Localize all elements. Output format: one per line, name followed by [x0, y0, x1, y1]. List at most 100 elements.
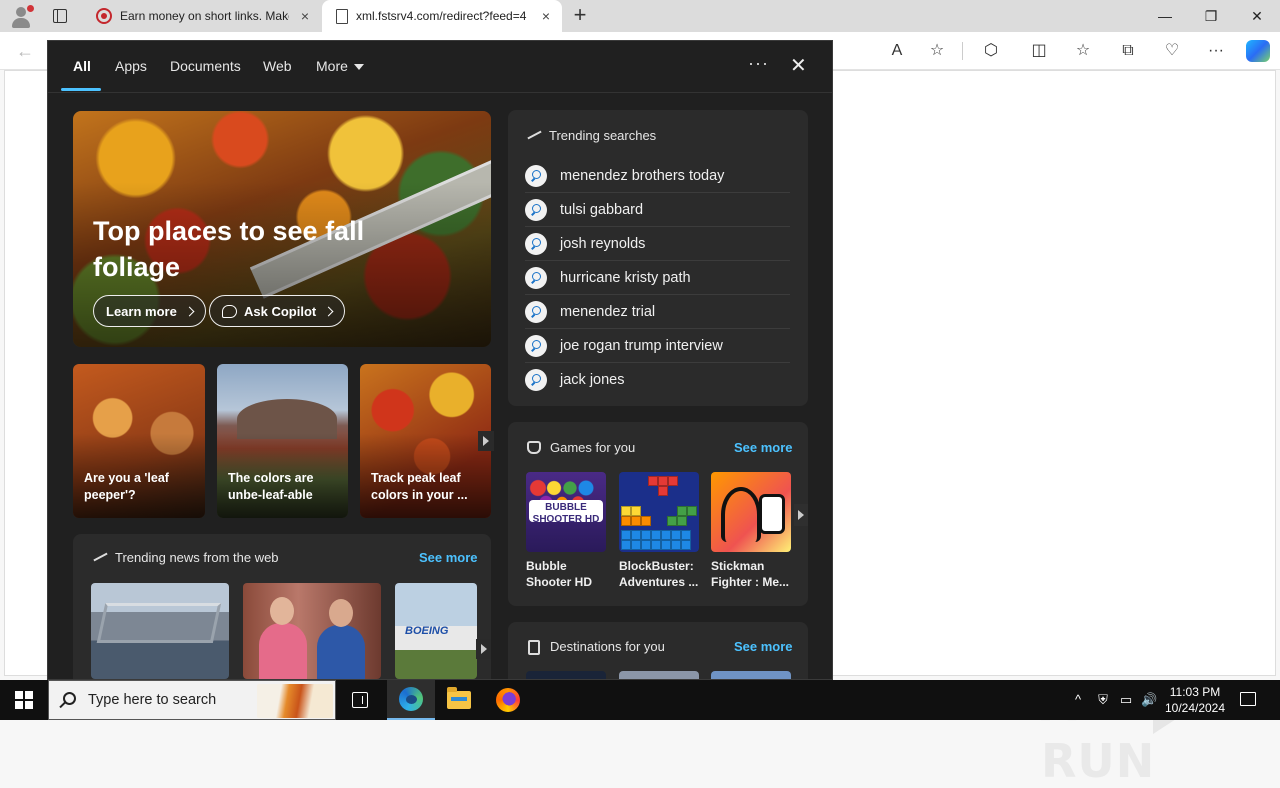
edge-icon	[399, 687, 423, 711]
read-aloud-icon[interactable]: A	[886, 40, 908, 62]
destination-card[interactable]	[526, 671, 606, 679]
chevron-right-icon	[184, 306, 195, 316]
destinations-see-more-link[interactable]: See more	[734, 639, 793, 654]
trending-search-text: josh reynolds	[560, 235, 646, 252]
chat-bubble-icon	[222, 304, 237, 318]
tab-actions-icon[interactable]	[50, 6, 70, 26]
file-explorer-button[interactable]	[435, 680, 483, 720]
collections-icon[interactable]: ⧉	[1117, 40, 1139, 62]
ask-copilot-button[interactable]: Ask Copilot	[209, 295, 346, 327]
nav-tab-all[interactable]: All	[73, 58, 91, 74]
copilot-icon[interactable]	[1246, 40, 1270, 62]
search-highlight-leaf-icon	[257, 684, 333, 718]
browser-essentials-icon[interactable]: ♡	[1161, 40, 1183, 62]
trending-search-item[interactable]: tulsi gabbard	[525, 193, 790, 227]
trending-search-item[interactable]: josh reynolds	[525, 227, 790, 261]
tab-actions-divider	[53, 9, 58, 23]
story-card[interactable]: The colors are unbe-leaf-able	[217, 364, 348, 518]
block	[671, 540, 681, 550]
game-name-line: BlockBuster:	[619, 559, 694, 573]
taskbar: Type here to search ^ ⛨ ▭ 🔊 11:03 PM 10/…	[0, 680, 1280, 720]
nav-tab-documents[interactable]: Documents	[170, 58, 241, 74]
tab-close-icon[interactable]: ×	[297, 8, 313, 24]
back-arrow-icon[interactable]: ←	[16, 40, 38, 62]
profile-avatar-icon[interactable]	[8, 4, 34, 30]
trending-search-text: hurricane kristy path	[560, 269, 691, 286]
nav-tab-web[interactable]: Web	[263, 58, 292, 74]
nav-tab-more[interactable]: More	[316, 58, 364, 74]
trending-search-item[interactable]: menendez brothers today	[525, 159, 790, 193]
trending-search-item[interactable]: hurricane kristy path	[525, 261, 790, 295]
tab-redirect[interactable]: xml.fstsrv4.com/redirect?feed=4 ×	[322, 0, 562, 32]
block	[641, 530, 651, 540]
news-image-text: BOEING	[405, 625, 449, 637]
game-art-label: BUBBLE SHOOTER HD	[529, 500, 603, 525]
game-name-line: Bubble	[526, 559, 567, 573]
hero-title: Top places to see fall foliage	[93, 216, 365, 282]
block	[677, 516, 687, 526]
story-card[interactable]: Are you a 'leaf peeper'?	[73, 364, 205, 518]
minimize-button[interactable]: —	[1142, 0, 1188, 32]
windows-start-icon[interactable]	[15, 691, 33, 709]
edge-taskbar-button[interactable]	[387, 680, 435, 720]
favorite-star-icon[interactable]: ☆	[926, 40, 948, 62]
tray-chevron-up-icon[interactable]: ^	[1070, 692, 1086, 708]
news-thumbnail[interactable]: BOEING	[395, 583, 477, 679]
game-tile[interactable]: Stickman Fighter : Me...	[711, 472, 791, 590]
game-tile[interactable]: BUBBLE SHOOTER HD Bubble Shooter HD	[526, 472, 606, 590]
block	[687, 506, 697, 516]
profile-notification-dot	[27, 5, 34, 12]
search-icon	[525, 232, 547, 255]
more-options-icon[interactable]: ···	[748, 53, 769, 74]
news-next-arrow-icon[interactable]	[476, 639, 491, 659]
destination-card[interactable]	[711, 671, 791, 679]
destination-card[interactable]	[619, 671, 699, 679]
ask-copilot-label: Ask Copilot	[244, 303, 317, 319]
favorites-icon[interactable]: ☆	[1072, 40, 1094, 62]
trending-search-item[interactable]: jack jones	[525, 363, 790, 397]
block	[648, 476, 658, 486]
news-thumbnail[interactable]	[91, 583, 229, 679]
search-icon	[63, 692, 76, 705]
game-tile[interactable]: BlockBuster: Adventures ...	[619, 472, 699, 590]
new-tab-button[interactable]: +	[570, 4, 590, 26]
news-see-more-link[interactable]: See more	[419, 550, 478, 565]
security-tray-icon[interactable]: ⛨	[1095, 692, 1111, 708]
trending-search-item[interactable]: joe rogan trump interview	[525, 329, 790, 363]
watermark-text-right: RUN	[1041, 733, 1156, 788]
notifications-icon[interactable]	[1240, 692, 1256, 706]
extensions-icon[interactable]: ⬡	[980, 40, 1002, 62]
split-screen-icon[interactable]: ◫	[1028, 40, 1050, 62]
taskbar-search-box[interactable]: Type here to search	[48, 680, 336, 720]
search-icon	[525, 369, 547, 391]
nav-tab-apps[interactable]: Apps	[115, 58, 147, 74]
search-icon	[525, 300, 547, 323]
block	[677, 506, 687, 516]
story-card[interactable]: Track peak leaf colors in your ...	[360, 364, 491, 518]
stories-next-arrow-icon[interactable]	[478, 431, 494, 451]
volume-icon[interactable]: 🔊	[1141, 692, 1157, 708]
trending-search-item[interactable]: menendez trial	[525, 295, 790, 329]
luggage-icon	[528, 640, 540, 655]
window-close-button[interactable]: ✕	[1234, 0, 1280, 32]
games-see-more-link[interactable]: See more	[734, 440, 793, 455]
firefox-button[interactable]	[484, 680, 532, 720]
news-thumbnail[interactable]	[243, 583, 381, 679]
close-icon[interactable]: ✕	[790, 53, 807, 78]
block	[651, 540, 661, 550]
network-icon[interactable]: ▭	[1118, 692, 1134, 708]
trending-search-text: jack jones	[560, 372, 625, 388]
page-favicon-icon	[336, 8, 348, 24]
trending-news-title: Trending news from the web	[115, 550, 279, 565]
tab-close-icon[interactable]: ×	[538, 8, 554, 24]
learn-more-button[interactable]: Learn more	[93, 295, 206, 327]
block	[681, 530, 691, 540]
hero-card[interactable]: Top places to see fall foliage Learn mor…	[73, 111, 491, 347]
system-clock[interactable]: 11:03 PM 10/24/2024	[1160, 684, 1230, 716]
restore-button[interactable]: ❐	[1188, 0, 1234, 32]
trending-arrow-icon	[93, 552, 107, 562]
task-view-button[interactable]	[336, 680, 384, 720]
tab-short-links[interactable]: Earn money on short links. Make ×	[84, 0, 321, 32]
settings-more-icon[interactable]: ···	[1205, 40, 1227, 62]
games-next-arrow-icon[interactable]	[794, 504, 808, 526]
